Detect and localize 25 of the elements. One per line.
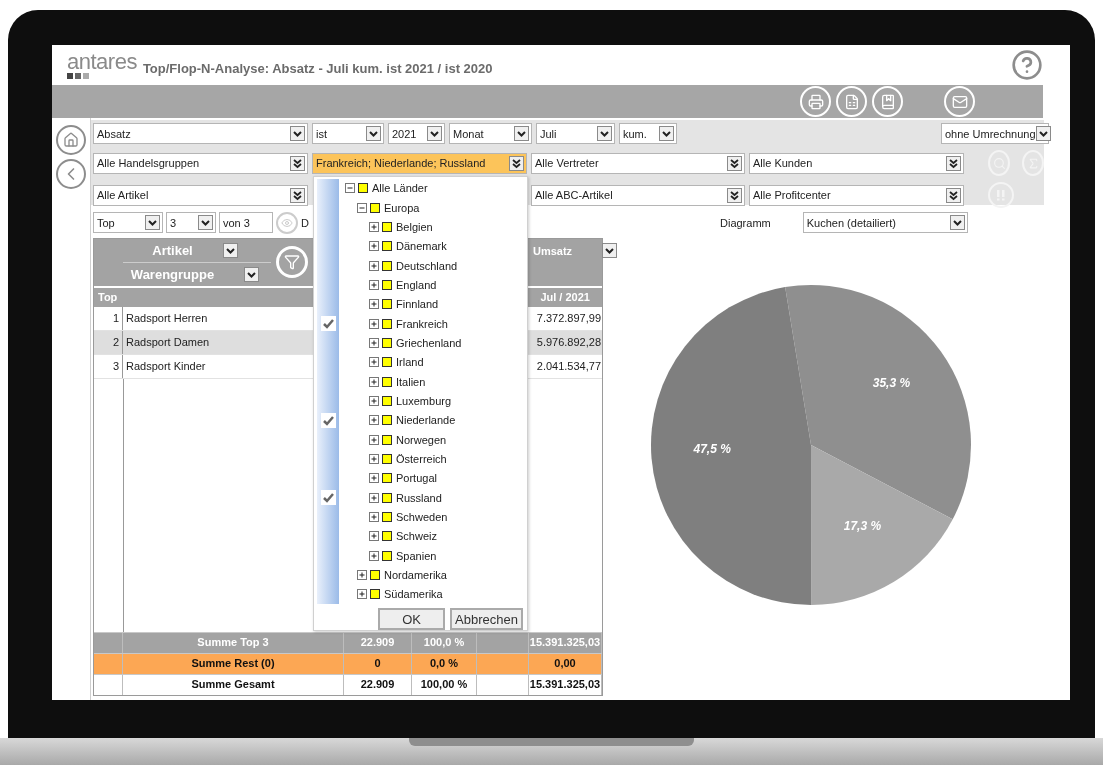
label: Diagramm (720, 216, 771, 229)
table-cell: 22.909 (344, 675, 412, 695)
window-title: Top/Flop-N-Analyse: Absatz - Juli kum. ist 2021 / ist 2020 (142, 60, 494, 76)
table-cell-text: 7.372.897,99 (535, 311, 602, 326)
table-cell: 3 (94, 355, 123, 378)
table-cell: 1 (94, 307, 123, 330)
table-cell-text: Radsport Kinder (125, 359, 207, 374)
column-header: Top (97, 290, 119, 305)
table-cell: 15.391.325,03 (529, 675, 602, 695)
table-cell-text: 5.976.892,28 (535, 335, 602, 350)
label: D (301, 216, 309, 229)
data-label: 17,3 % (843, 518, 882, 533)
data-label: 35,3 % (872, 375, 911, 390)
table-cell-text: Radsport Herren (125, 311, 209, 326)
table-cell: Summe Gesamt (123, 675, 344, 695)
column-header: Artikel (152, 243, 193, 258)
column-header: Jul / 2021 (539, 290, 591, 305)
column-header: Warengruppe (130, 267, 215, 282)
column-header: Umsatz (532, 244, 573, 257)
data-label: 47,5 % (693, 442, 731, 457)
table-cell: 100,00 % (412, 675, 477, 695)
logo: antares (67, 51, 137, 73)
table-cell-text: Radsport Damen (125, 335, 211, 350)
table-cell: 2 (94, 331, 123, 354)
table-cell-text: 2.041.534,77 (535, 359, 602, 374)
